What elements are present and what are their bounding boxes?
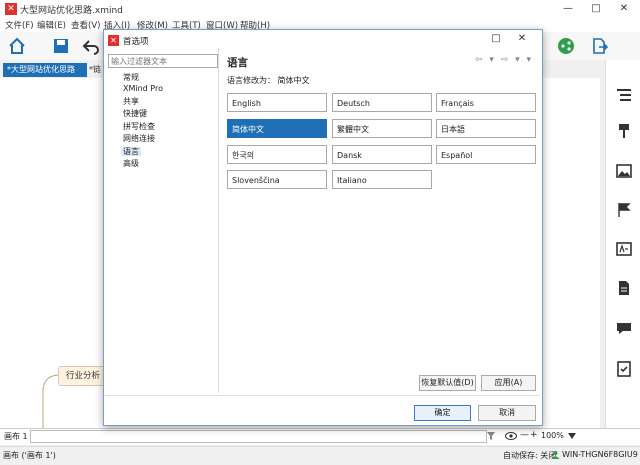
right-side-panel xyxy=(605,60,640,428)
marker-flag-icon[interactable] xyxy=(615,201,633,219)
text-style-icon[interactable] xyxy=(615,240,633,258)
tree-item-network[interactable]: 网络连接 xyxy=(123,133,155,144)
home-icon[interactable] xyxy=(8,37,26,55)
pane-title: 语言 xyxy=(227,57,248,69)
dialog-button-separator xyxy=(105,395,540,396)
menu-edit[interactable]: 编辑(E) xyxy=(37,19,66,31)
tab-second-document[interactable]: *链 xyxy=(89,64,101,75)
cancel-button[interactable]: 取消 xyxy=(478,405,536,421)
ok-button[interactable]: 确定 xyxy=(414,405,471,421)
user-icon xyxy=(551,451,560,459)
xmind-logo-icon: ✕ xyxy=(5,3,17,15)
lang-english-button[interactable]: English xyxy=(227,93,327,112)
save-icon[interactable] xyxy=(52,37,70,55)
filter-icon[interactable] xyxy=(486,431,496,441)
eye-icon[interactable] xyxy=(505,431,517,441)
lang-japanese-button[interactable]: 日本語 xyxy=(436,119,536,138)
lang-simplified-chinese-button[interactable]: 简体中文 xyxy=(227,119,327,138)
comment-icon[interactable] xyxy=(615,319,633,337)
menu-view[interactable]: 查看(V) xyxy=(71,19,100,31)
language-change-note: 语言修改为： 简体中文 xyxy=(227,76,310,85)
filter-input[interactable] xyxy=(108,54,218,68)
dialog-maximize-button[interactable]: □ xyxy=(484,31,508,47)
zoom-level[interactable]: 100% xyxy=(541,431,564,440)
lang-francais-button[interactable]: Français xyxy=(436,93,536,112)
undo-icon[interactable] xyxy=(82,37,100,55)
mindmap-topic[interactable]: 行业分析 xyxy=(58,366,108,386)
format-brush-icon[interactable] xyxy=(615,122,633,140)
dialog-close-button[interactable]: ✕ xyxy=(510,31,534,47)
zoom-out-button[interactable]: — xyxy=(520,430,529,440)
restore-defaults-button[interactable]: 恢复默认值(D) xyxy=(419,375,476,391)
lang-italiano-button[interactable]: Italiano xyxy=(332,170,432,189)
minimize-button[interactable]: — xyxy=(554,0,582,18)
tree-item-shortcuts[interactable]: 快捷键 xyxy=(123,108,147,119)
tab-active-document[interactable]: *大型网站优化思路 xyxy=(3,63,87,77)
status-autosave[interactable]: 自动保存: 关闭 xyxy=(503,450,556,461)
lang-traditional-chinese-button[interactable]: 繁體中文 xyxy=(332,119,432,138)
image-icon[interactable] xyxy=(615,162,633,180)
tree-item-advanced[interactable]: 高级 xyxy=(123,158,139,169)
tree-item-language[interactable]: 语言 xyxy=(121,146,141,157)
maximize-button[interactable]: □ xyxy=(582,0,610,18)
tree-item-xmind-pro[interactable]: XMind Pro xyxy=(123,84,163,93)
dialog-title: 首选项 xyxy=(123,37,149,47)
dialog-splitter[interactable] xyxy=(218,48,219,393)
outline-icon[interactable] xyxy=(615,86,633,104)
task-clipboard-icon[interactable] xyxy=(615,359,633,377)
menu-file[interactable]: 文件(F) xyxy=(5,19,34,31)
window-title: 大型网站优化思路.xmind xyxy=(20,6,123,16)
notes-icon[interactable] xyxy=(615,279,633,297)
lang-korean-button[interactable]: 한국의 xyxy=(227,145,327,164)
lang-espanol-button[interactable]: Español xyxy=(436,145,536,164)
status-sheet-info: 画布 ('画布 1') xyxy=(3,451,56,460)
tree-item-general[interactable]: 常规 xyxy=(123,72,139,83)
tree-item-language-label: 语言 xyxy=(121,147,141,156)
sheet-area xyxy=(30,430,487,443)
sheet-tab[interactable]: 画布 1 xyxy=(4,431,28,442)
dialog-logo-icon: ✕ xyxy=(108,35,119,46)
lang-deutsch-button[interactable]: Deutsch xyxy=(332,93,432,112)
apply-button[interactable]: 应用(A) xyxy=(481,375,536,391)
zoom-in-button[interactable]: + xyxy=(530,430,538,440)
lang-slovenscina-button[interactable]: Slovenščina xyxy=(227,170,327,189)
lang-dansk-button[interactable]: Dansk xyxy=(332,145,432,164)
share-icon[interactable] xyxy=(557,37,575,55)
status-hostname: WIN-THGN6F8GIU9 xyxy=(562,450,638,459)
export-icon[interactable] xyxy=(590,37,608,55)
tree-item-spelling[interactable]: 拼写检查 xyxy=(123,121,155,132)
preferences-dialog xyxy=(103,29,543,426)
close-button[interactable]: ✕ xyxy=(610,0,638,18)
chevron-down-icon[interactable] xyxy=(568,433,576,439)
tree-item-sharing[interactable]: 共享 xyxy=(123,96,139,107)
pane-history-nav[interactable]: ⇦ ▾ ⇨ ▾ ▾ xyxy=(475,55,533,65)
topic-connector xyxy=(42,374,60,428)
